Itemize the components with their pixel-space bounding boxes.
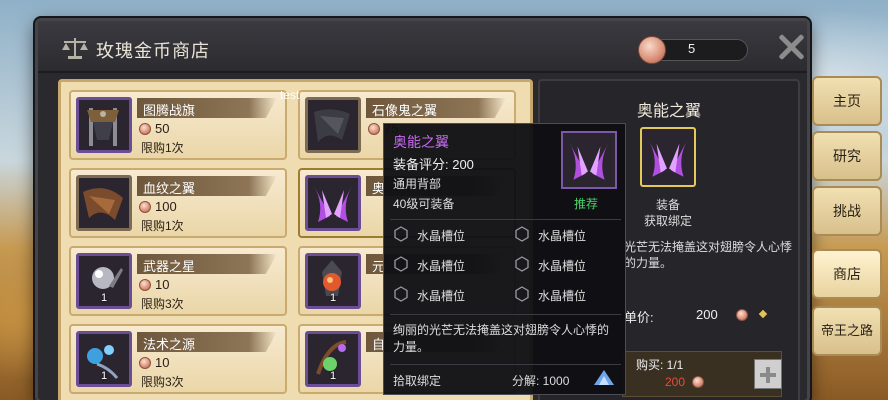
arcane-wing-icon bbox=[640, 127, 696, 187]
item-name: 图腾战旗 bbox=[143, 103, 196, 118]
nav-tab-emperor-road[interactable]: 帝王之路 bbox=[812, 306, 882, 356]
item-name: 武器之星 bbox=[143, 259, 196, 274]
currency-value: 5 bbox=[688, 41, 696, 56]
weapon-star-icon: 1 bbox=[76, 253, 132, 309]
socket-label: 水晶槽位 bbox=[417, 229, 466, 243]
purchase-count: 购买: 1/1 bbox=[636, 358, 684, 372]
detail-description: 光芒无法掩盖这对翅膀令人心悸的力量。 bbox=[624, 240, 793, 270]
diamond-icon bbox=[758, 309, 768, 319]
tooltip-item-name: 奥能之翼 bbox=[393, 134, 449, 150]
item-name: 法术之源 bbox=[143, 337, 196, 352]
hexagon-socket-icon bbox=[394, 226, 408, 242]
item-price: 10 bbox=[155, 355, 170, 370]
detail-price-label: 单价: bbox=[624, 310, 654, 325]
increase-quantity-button[interactable] bbox=[754, 359, 782, 389]
item-card-spell-source[interactable]: 1 法术之源 10 限购3次 bbox=[69, 324, 287, 394]
crystal-socket: 水晶槽位 bbox=[393, 284, 503, 304]
crystal-socket: 水晶槽位 bbox=[393, 254, 503, 274]
tooltip-slot: 通用背部 bbox=[393, 177, 442, 191]
item-price: 10 bbox=[155, 277, 170, 292]
nav-tab-research[interactable]: 研究 bbox=[812, 131, 882, 181]
nav-tab-shop[interactable]: 商店 bbox=[812, 249, 882, 299]
item-name: 血纹之翼 bbox=[143, 181, 196, 196]
rose-coin-icon bbox=[736, 309, 748, 321]
window-title: 玫瑰金币商店 bbox=[96, 41, 210, 61]
tooltip-description: 绚丽的光芒无法掩盖这对翅膀令人心悸的力量。 bbox=[393, 323, 610, 354]
purchase-cost: 200 bbox=[665, 375, 686, 389]
hexagon-socket-icon bbox=[394, 286, 408, 302]
item-purchase-limit: 限购1次 bbox=[141, 219, 184, 233]
item-purchase-limit: 限购1次 bbox=[141, 141, 184, 155]
item-count: 1 bbox=[329, 370, 337, 382]
spell-source-icon: 1 bbox=[76, 331, 132, 387]
gargoyle-wing-icon bbox=[305, 97, 361, 153]
hexagon-socket-icon bbox=[515, 256, 529, 272]
nature-staff-icon: 1 bbox=[305, 331, 361, 387]
socket-label: 水晶槽位 bbox=[538, 259, 587, 273]
rose-coin-icon bbox=[139, 123, 151, 135]
scales-icon bbox=[62, 38, 88, 59]
arcane-wing-icon bbox=[305, 175, 361, 231]
rose-coin-icon bbox=[139, 279, 151, 291]
socket-label: 水晶槽位 bbox=[538, 289, 587, 303]
hexagon-socket-icon bbox=[394, 256, 408, 272]
item-price: 100 bbox=[155, 199, 177, 214]
item-price: 50 bbox=[155, 121, 170, 136]
crystal-socket: 水晶槽位 bbox=[514, 254, 624, 274]
title-bar: 玫瑰金币商店 5 bbox=[38, 21, 807, 73]
tooltip-recommend: 推荐 bbox=[574, 197, 599, 211]
item-card-totem-banner[interactable]: 图腾战旗 50 限购1次 bbox=[69, 90, 287, 160]
close-button[interactable] bbox=[778, 33, 804, 59]
socket-label: 水晶槽位 bbox=[417, 259, 466, 273]
hexagon-socket-icon bbox=[515, 226, 529, 242]
rose-coin-icon bbox=[139, 357, 151, 369]
item-purchase-limit: 限购3次 bbox=[141, 375, 184, 389]
detail-title: 奥能之翼 bbox=[636, 103, 701, 120]
socket-label: 水晶槽位 bbox=[417, 289, 466, 303]
item-tooltip: 奥能之翼 装备评分: 200 通用背部 40级可装备 推荐 水晶槽位 水晶槽位 … bbox=[383, 123, 626, 395]
detail-price-value: 200 bbox=[696, 307, 718, 322]
tooltip-bind-type: 拾取绑定 bbox=[393, 374, 442, 388]
item-count: 1 bbox=[100, 292, 108, 304]
tooltip-level-req: 40级可装备 bbox=[393, 197, 455, 211]
tooltip-gear-score: 装备评分: 200 bbox=[393, 157, 474, 172]
arcane-wing-icon bbox=[561, 131, 617, 189]
divider bbox=[390, 314, 621, 315]
divider bbox=[390, 364, 621, 365]
totem-banner-icon bbox=[76, 97, 132, 153]
item-count: 1 bbox=[100, 370, 108, 382]
hexagon-socket-icon bbox=[515, 286, 529, 302]
element-orb-icon: 1 bbox=[305, 253, 361, 309]
rose-coin-icon bbox=[368, 123, 380, 135]
item-count: 1 bbox=[329, 292, 337, 304]
item-card-blood-wing[interactable]: 血纹之翼 100 限购1次 bbox=[69, 168, 287, 238]
item-purchase-limit: 限购3次 bbox=[141, 297, 184, 311]
rose-coin-icon bbox=[638, 36, 666, 64]
crystal-dust-icon bbox=[594, 370, 614, 385]
rose-coin-icon bbox=[692, 376, 704, 388]
crystal-socket: 水晶槽位 bbox=[514, 284, 624, 304]
divider bbox=[390, 219, 621, 220]
tooltip-salvage: 分解: 1000 bbox=[512, 374, 570, 388]
socket-label: 水晶槽位 bbox=[538, 229, 587, 243]
crystal-socket: 水晶槽位 bbox=[514, 224, 624, 244]
rose-coin-icon bbox=[139, 201, 151, 213]
item-name: 石像鬼之翼 bbox=[372, 103, 438, 118]
item-card-weapon-star[interactable]: 1 武器之星 10 限购3次 bbox=[69, 246, 287, 316]
crystal-socket: 水晶槽位 bbox=[393, 224, 503, 244]
debug-label: test bbox=[280, 88, 300, 102]
nav-tab-challenge[interactable]: 挑战 bbox=[812, 186, 882, 236]
blood-wing-icon bbox=[76, 175, 132, 231]
detail-header: 奥能之翼 bbox=[546, 89, 792, 123]
nav-tab-home[interactable]: 主页 bbox=[812, 76, 882, 126]
